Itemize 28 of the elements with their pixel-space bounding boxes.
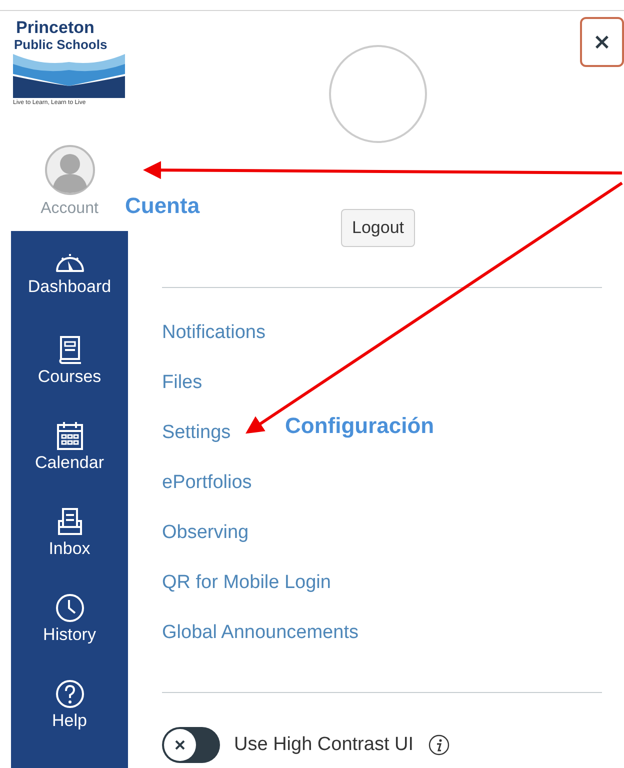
annotation-label: Cuenta (125, 193, 200, 219)
logo-name: Public Schools (13, 37, 108, 52)
info-icon[interactable] (428, 734, 450, 756)
nav-item[interactable]: Dashboard (11, 249, 128, 335)
nav-item[interactable]: Calendar (11, 421, 128, 507)
logout-button[interactable]: Logout (341, 209, 415, 247)
avatar-icon (44, 144, 96, 196)
annotation-label: Configuración (285, 413, 434, 439)
close-button[interactable]: × (580, 17, 624, 67)
inbox-icon (56, 507, 84, 537)
menu-link[interactable]: ePortfolios (162, 470, 252, 520)
menu-link[interactable]: Observing (162, 520, 249, 570)
help-icon (54, 679, 84, 709)
calendar-icon (56, 421, 84, 451)
logo-name: Princeton (15, 19, 94, 37)
x-icon (175, 740, 185, 750)
menu-link[interactable]: Settings (162, 420, 231, 470)
nav-item[interactable]: Courses (11, 335, 128, 421)
menu-link[interactable]: Files (162, 370, 202, 420)
clock-icon (54, 593, 84, 623)
nav-item[interactable]: History (11, 593, 128, 679)
toggle-label: Use High Contrast UI (234, 734, 414, 756)
menu-link[interactable]: QR for Mobile Login (162, 570, 331, 620)
nav-item[interactable]: Help (11, 679, 128, 765)
toggle-switch[interactable] (162, 727, 220, 763)
menu-link[interactable]: Notifications (162, 320, 266, 370)
menu-link[interactable]: Global Announcements (162, 620, 358, 670)
nav-item[interactable]: Inbox (11, 507, 128, 593)
